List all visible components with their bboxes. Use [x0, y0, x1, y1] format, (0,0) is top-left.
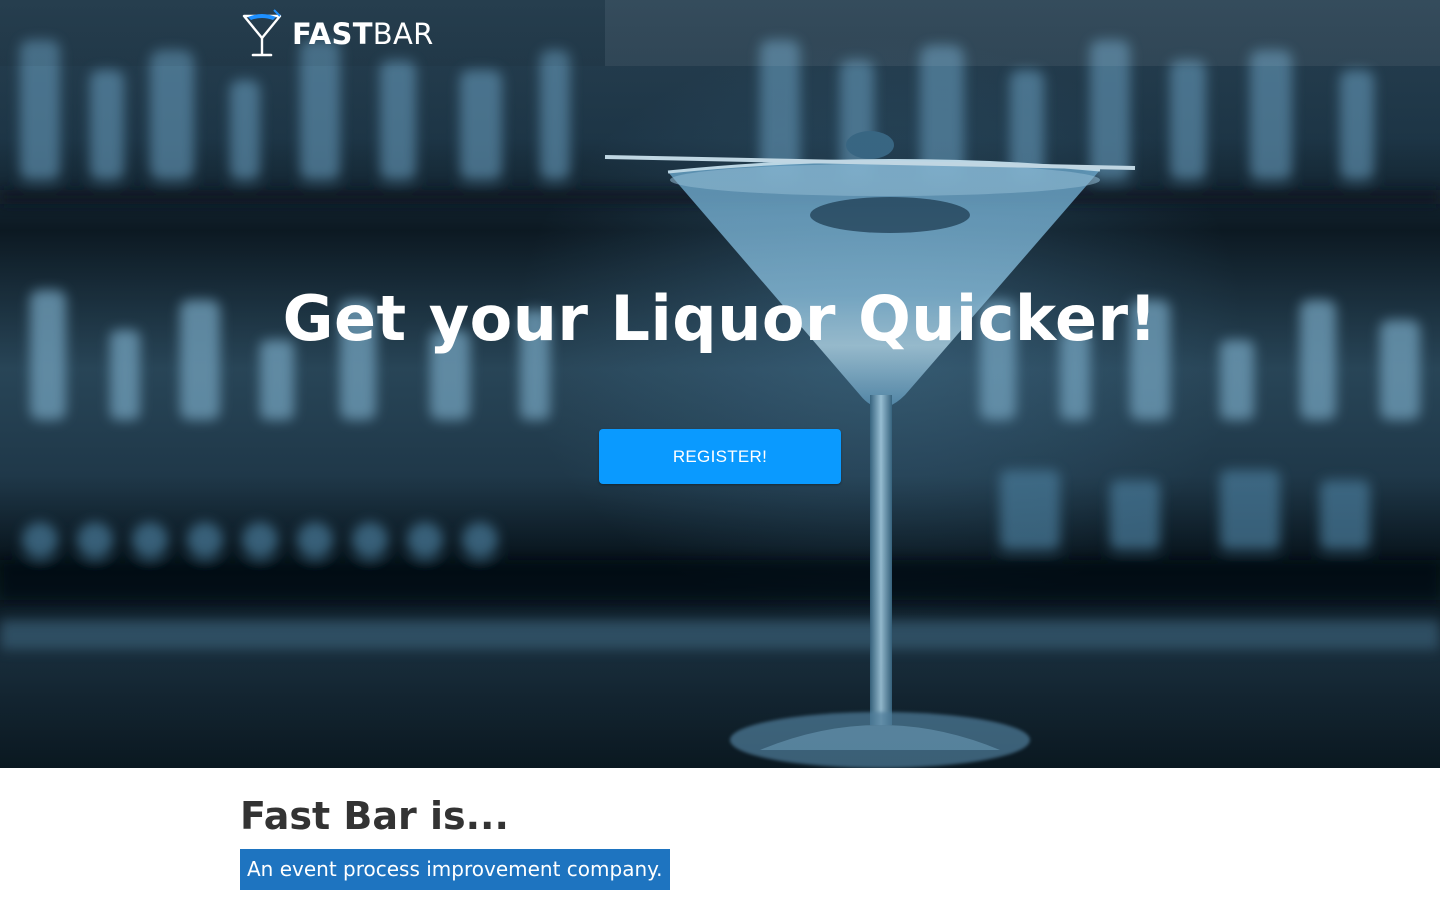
hero-headline: Get your Liquor Quicker!	[282, 282, 1158, 355]
register-button[interactable]: REGISTER!	[599, 429, 841, 484]
hero-background-image	[0, 40, 1440, 768]
about-section: Fast Bar is... An event process improvem…	[0, 768, 1440, 900]
brand-name-bold: FAST	[292, 17, 373, 51]
about-title: Fast Bar is...	[240, 794, 509, 838]
top-navbar	[0, 0, 1440, 66]
about-tagline: An event process improvement company.	[240, 849, 670, 890]
hero-section: FASTBAR Get your Liquor Quicker! REGISTE…	[0, 0, 1440, 768]
brand-logo-link[interactable]: FASTBAR	[240, 8, 434, 60]
martini-glass-icon	[242, 9, 282, 57]
brand-name-light: BAR	[372, 17, 434, 51]
brand-name: FASTBAR	[292, 17, 434, 51]
